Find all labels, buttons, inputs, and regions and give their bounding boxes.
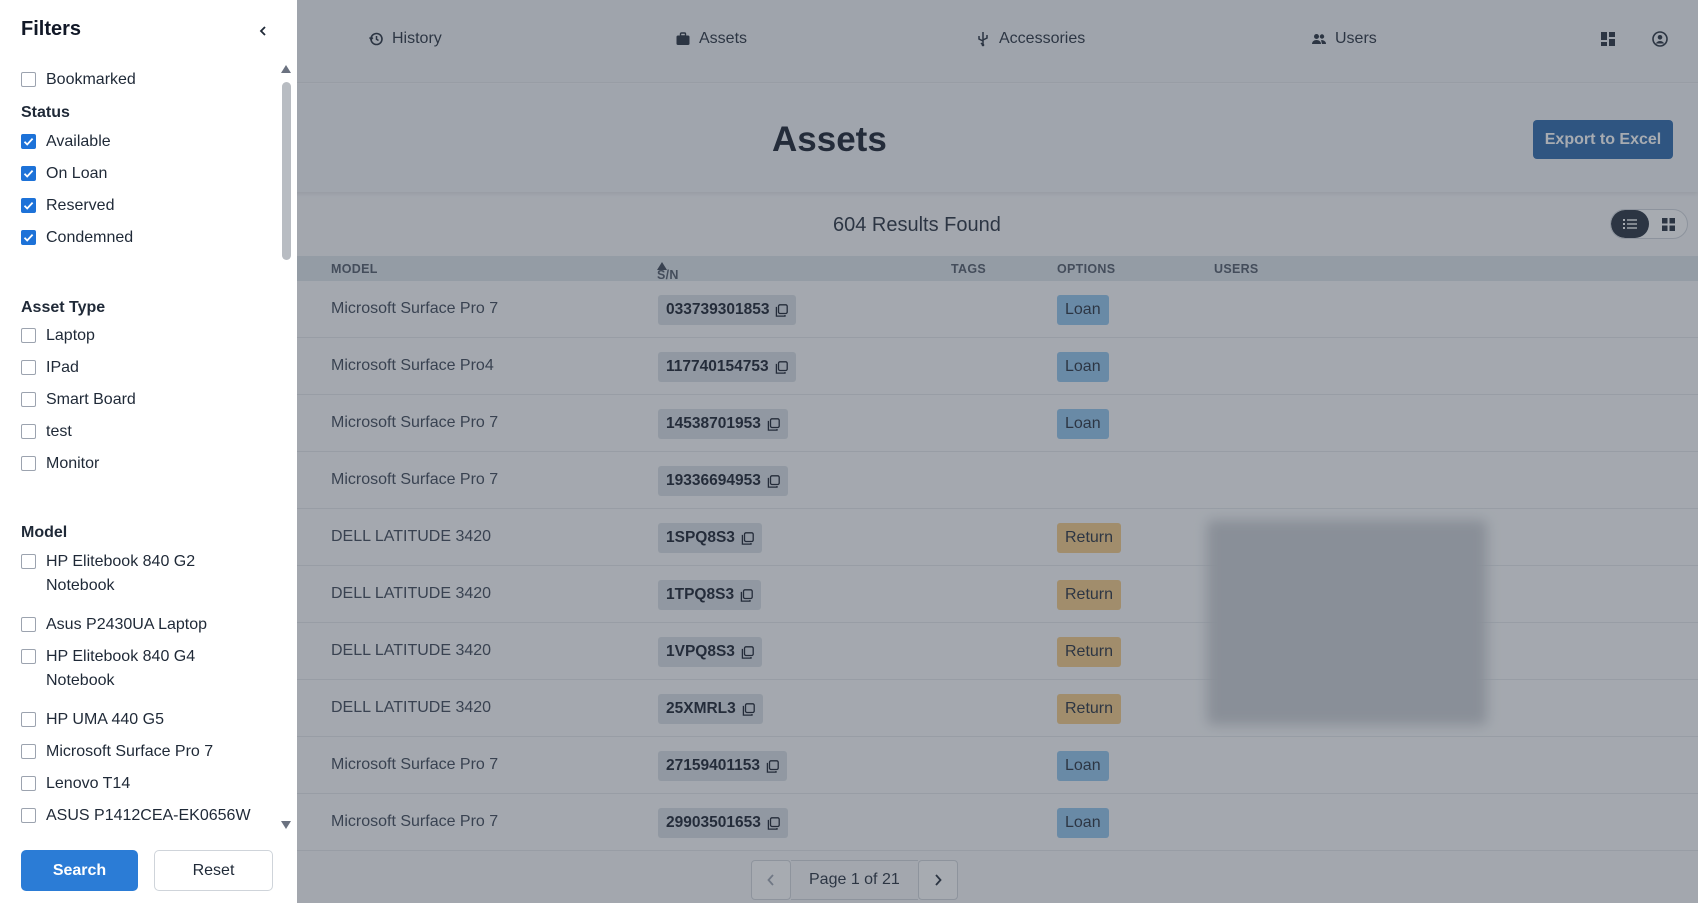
asset-type-section-label: Asset Type (21, 299, 106, 316)
filter-status-option[interactable]: Available (21, 130, 261, 154)
checkbox[interactable] (21, 166, 36, 181)
checkbox-label: Laptop (46, 327, 95, 344)
checkbox[interactable] (21, 456, 36, 471)
filter-model-option[interactable]: HP Elitebook 840 G4 Notebook (21, 645, 261, 693)
checkbox[interactable] (21, 198, 36, 213)
filter-model-option[interactable]: HP UMA 440 G5 (21, 708, 261, 732)
filter-asset-type-option[interactable]: Smart Board (21, 388, 261, 412)
scroll-up-icon[interactable] (280, 64, 292, 74)
checkbox-label: HP Elitebook 840 G4 Notebook (46, 648, 196, 689)
checkbox[interactable] (21, 360, 36, 375)
checkbox[interactable] (21, 72, 36, 87)
check-icon (23, 233, 34, 242)
checkbox[interactable] (21, 712, 36, 727)
filter-asset-type-option[interactable]: Laptop (21, 324, 261, 348)
checkbox-label: IPad (46, 359, 79, 376)
filter-model-option[interactable]: Microsoft Surface Pro 7 (21, 740, 261, 764)
checkbox-label: Smart Board (46, 391, 136, 408)
checkbox[interactable] (21, 230, 36, 245)
filter-asset-type-option[interactable]: test (21, 420, 261, 444)
checkbox-label: ASUS P1412CEA-EK0656W (46, 807, 251, 824)
filter-model-option[interactable]: Lenovo T14 (21, 772, 261, 796)
filter-model-option[interactable]: ASUS P1412CEA-EK0656W (21, 804, 261, 828)
checkbox[interactable] (21, 744, 36, 759)
scroll-down-icon[interactable] (280, 820, 292, 830)
checkbox[interactable] (21, 554, 36, 569)
checkbox[interactable] (21, 328, 36, 343)
filters-title: Filters (21, 18, 82, 40)
filters-list: Bookmarked Status Available On Loan Reserved… (0, 62, 297, 832)
status-section-label: Status (21, 104, 70, 121)
checkbox-label: Condemned (46, 229, 134, 246)
filter-status-option[interactable]: Reserved (21, 194, 261, 218)
checkbox-label: HP UMA 440 G5 (46, 711, 164, 728)
filters-scrollbar[interactable] (279, 62, 293, 832)
checkbox-label: Available (46, 133, 111, 150)
checkbox[interactable] (21, 617, 36, 632)
filter-status-option[interactable]: Condemned (21, 226, 261, 250)
filter-model-option[interactable]: HP Elitebook 840 G2 Notebook (21, 550, 261, 598)
checkbox-label: test (46, 423, 72, 440)
checkbox[interactable] (21, 776, 36, 791)
checkbox-label: HP Elitebook 840 G2 Notebook (46, 553, 196, 594)
checkbox[interactable] (21, 424, 36, 439)
checkbox-label: Microsoft Surface Pro 7 (46, 743, 214, 760)
checkbox[interactable] (21, 392, 36, 407)
check-icon (23, 201, 34, 210)
filter-asset-type-option[interactable]: IPad (21, 356, 261, 380)
checkbox[interactable] (21, 808, 36, 823)
checkbox-label: Monitor (46, 455, 100, 472)
collapse-filters-button[interactable] (256, 24, 270, 38)
filter-model-option[interactable]: Asus P2430UA Laptop (21, 613, 261, 637)
check-icon (23, 137, 34, 146)
checkbox[interactable] (21, 649, 36, 664)
reset-button[interactable]: Reset (154, 850, 273, 891)
scrollbar-thumb[interactable] (282, 82, 291, 260)
search-button[interactable]: Search (21, 850, 138, 891)
chevron-left-icon (259, 26, 266, 36)
filters-drawer: Filters Bookmarked Status Available On Loan… (0, 0, 297, 903)
checkbox-label: Reserved (46, 197, 115, 214)
checkbox[interactable] (21, 134, 36, 149)
checkbox-label: Asus P2430UA Laptop (46, 616, 208, 633)
model-section-label: Model (21, 524, 68, 541)
check-icon (23, 169, 34, 178)
filter-asset-type-option[interactable]: Monitor (21, 452, 261, 476)
checkbox-label: Bookmarked (46, 71, 136, 88)
filter-status-option[interactable]: On Loan (21, 162, 261, 186)
checkbox-label: Lenovo T14 (46, 775, 131, 792)
checkbox-label: On Loan (46, 165, 108, 182)
filter-bookmarked[interactable]: Bookmarked (21, 68, 261, 92)
